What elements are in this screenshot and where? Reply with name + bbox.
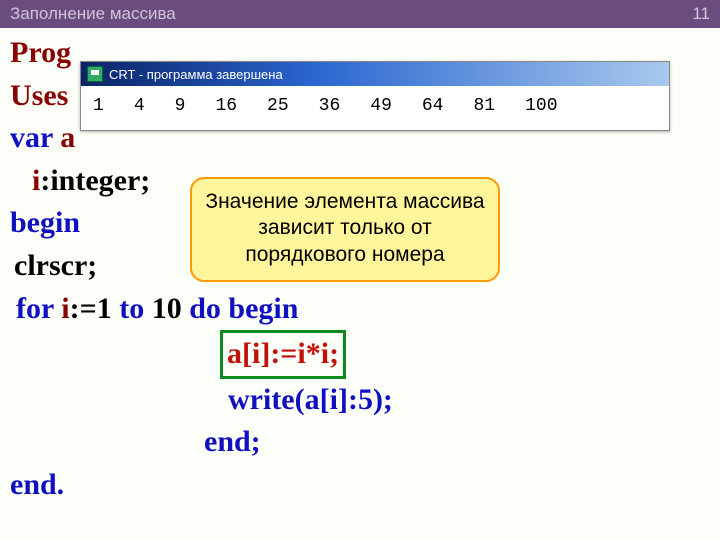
callout-box: Значение элемента массива зависит только… bbox=[190, 177, 500, 282]
code-l7f: do begin bbox=[189, 292, 298, 325]
code-area: Prog Uses var a i :integer; begin clrscr;… bbox=[0, 28, 720, 507]
callout-line3: порядкового номера bbox=[200, 242, 490, 268]
slide-number: 11 bbox=[692, 4, 710, 24]
crt-title: CRT - программа завершена bbox=[109, 67, 283, 82]
code-l7a: for bbox=[16, 292, 61, 325]
code-l8: a[i]:=i*i; bbox=[227, 337, 339, 370]
crt-titlebar: CRT - программа завершена bbox=[81, 62, 669, 86]
code-l7e: 10 bbox=[152, 292, 190, 325]
code-l2: Uses bbox=[10, 79, 68, 112]
slide-header: Заполнение массива 11 bbox=[0, 0, 720, 28]
code-l7c: :=1 bbox=[70, 292, 120, 325]
crt-val: 25 bbox=[267, 96, 289, 116]
code-l1: Prog bbox=[10, 36, 71, 69]
crt-output-row: 1 4 9 16 25 36 49 64 81 100 bbox=[81, 86, 669, 130]
code-l7b: i bbox=[61, 292, 69, 325]
code-l4b: :integer; bbox=[40, 164, 150, 197]
code-l9b: a[i] bbox=[305, 383, 348, 416]
code-l10: end; bbox=[204, 425, 261, 458]
callout-line2: зависит только от bbox=[200, 215, 490, 241]
code-l9c: :5); bbox=[348, 383, 393, 416]
code-l5: begin bbox=[10, 206, 80, 239]
crt-val: 49 bbox=[370, 96, 392, 116]
crt-output-window: CRT - программа завершена 1 4 9 16 25 36… bbox=[80, 61, 670, 131]
highlight-box: a[i]:=i*i; bbox=[220, 330, 346, 379]
crt-val: 81 bbox=[473, 96, 495, 116]
code-l3b: a bbox=[60, 121, 75, 154]
code-l9a: write( bbox=[228, 383, 305, 416]
callout-line1: Значение элемента массива bbox=[200, 189, 490, 215]
code-l11: end. bbox=[10, 468, 64, 501]
code-l3a: var bbox=[10, 121, 60, 154]
app-icon bbox=[87, 66, 103, 82]
crt-val: 64 bbox=[422, 96, 444, 116]
crt-val: 36 bbox=[319, 96, 341, 116]
crt-val: 9 bbox=[175, 96, 186, 116]
code-l6: clrscr; bbox=[14, 249, 97, 282]
crt-val: 16 bbox=[215, 96, 237, 116]
crt-val: 100 bbox=[525, 96, 557, 116]
slide-title: Заполнение массива bbox=[10, 4, 176, 24]
crt-val: 1 bbox=[93, 96, 104, 116]
code-l7d: to bbox=[119, 292, 152, 325]
crt-val: 4 bbox=[134, 96, 145, 116]
